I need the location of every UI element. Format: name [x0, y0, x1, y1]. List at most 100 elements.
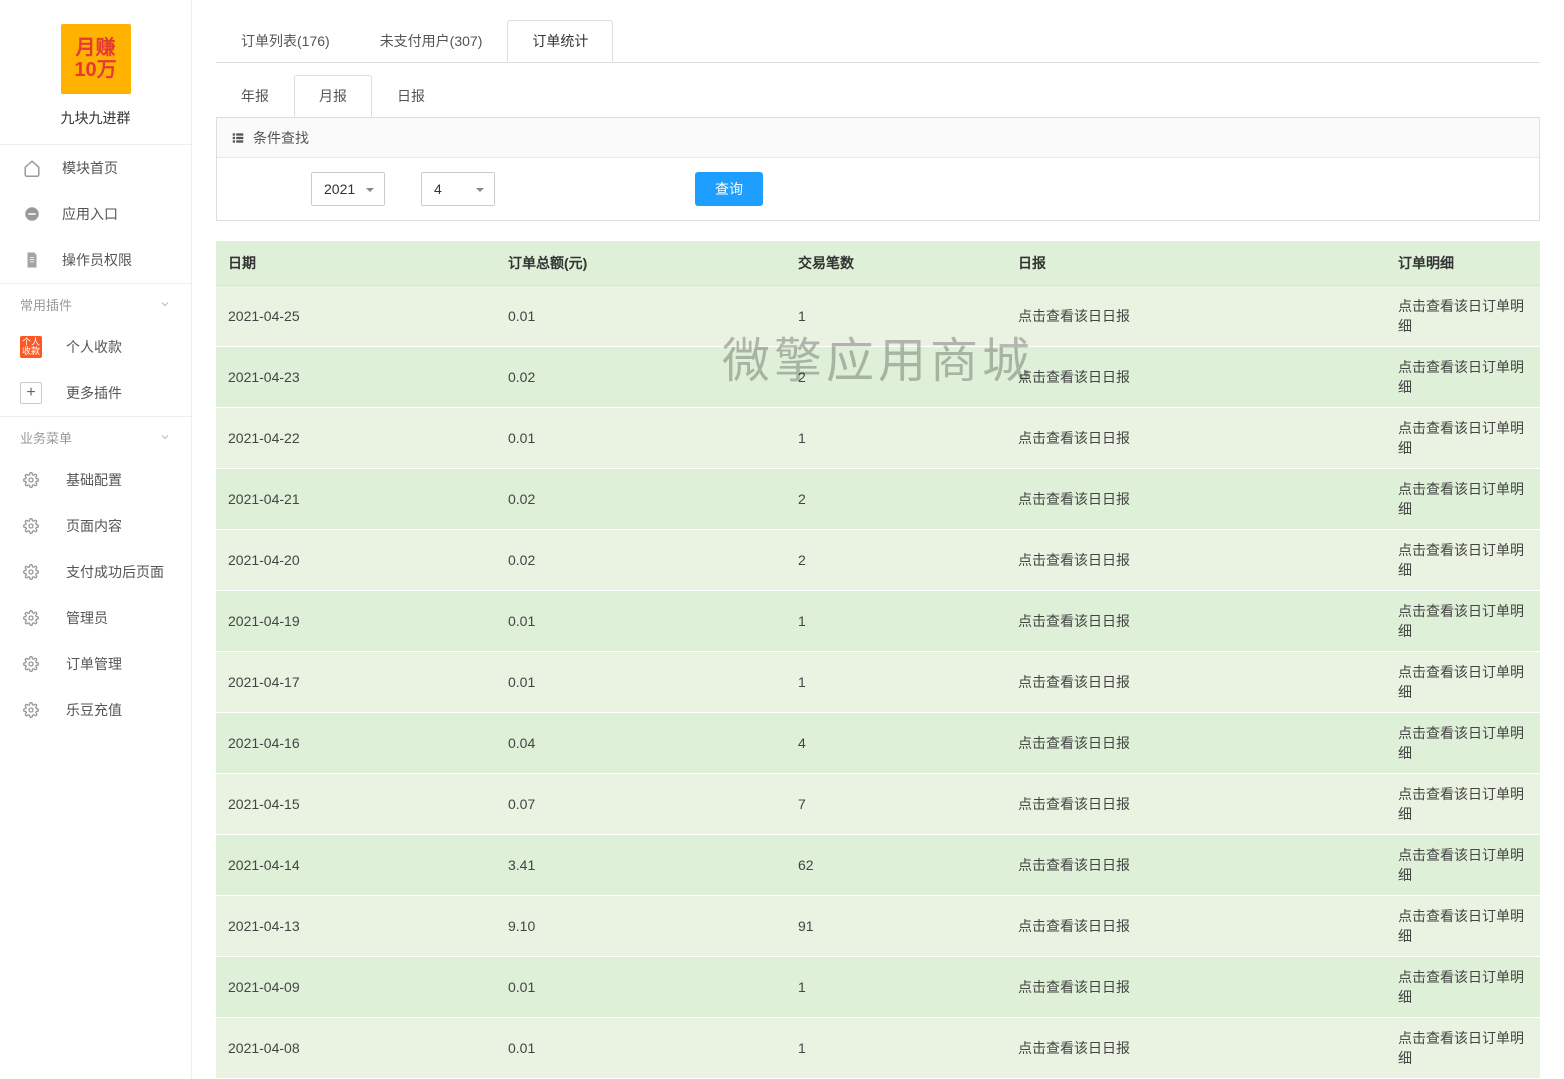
subtab-annual[interactable]: 年报 [216, 75, 294, 117]
top-tabs: 订单列表(176) 未支付用户(307) 订单统计 [192, 20, 1564, 62]
logo-line2: 10万 [74, 59, 116, 81]
cell-amount: 0.01 [496, 286, 786, 347]
nav-label: 个人收款 [66, 337, 122, 357]
biz-item[interactable]: 乐豆充值 [0, 687, 191, 733]
cell-detail-link[interactable]: 点击查看该日订单明细 [1386, 286, 1540, 347]
biz-item[interactable]: 页面内容 [0, 503, 191, 549]
tab-order-list[interactable]: 订单列表(176) [216, 20, 355, 62]
nav-label: 基础配置 [66, 470, 122, 490]
logo-block: 月赚 10万 九块九进群 [0, 0, 191, 145]
cell-amount: 9.10 [496, 896, 786, 957]
cell-date: 2021-04-19 [216, 591, 496, 652]
query-button[interactable]: 查询 [695, 172, 763, 206]
table-row: 2021-04-22 0.01 1 点击查看该日日报 点击查看该日订单明细 [216, 408, 1540, 469]
table-row: 2021-04-17 0.01 1 点击查看该日日报 点击查看该日订单明细 [216, 652, 1540, 713]
tab-unpaid-users[interactable]: 未支付用户(307) [355, 20, 508, 62]
cell-date: 2021-04-14 [216, 835, 496, 896]
cell-detail-link[interactable]: 点击查看该日订单明细 [1386, 896, 1540, 957]
cell-amount: 0.01 [496, 408, 786, 469]
biz-item[interactable]: 管理员 [0, 595, 191, 641]
year-select[interactable]: 2021 [311, 172, 385, 206]
gear-icon [20, 653, 42, 675]
nav-label: 模块首页 [62, 158, 118, 178]
th-detail: 订单明细 [1386, 241, 1540, 286]
nav-more-plugins[interactable]: + 更多插件 [0, 370, 191, 416]
nav-label: 支付成功后页面 [66, 562, 164, 582]
cell-detail-link[interactable]: 点击查看该日订单明细 [1386, 1018, 1540, 1079]
cell-detail-link[interactable]: 点击查看该日订单明细 [1386, 530, 1540, 591]
tab-label: 年报 [241, 88, 269, 104]
cell-report-link[interactable]: 点击查看该日日报 [1006, 774, 1386, 835]
gear-icon [20, 469, 42, 491]
gear-icon [20, 561, 42, 583]
cell-count: 1 [786, 408, 1006, 469]
nav-label: 管理员 [66, 608, 108, 628]
cell-detail-link[interactable]: 点击查看该日订单明细 [1386, 774, 1540, 835]
filter-title: 条件查找 [253, 128, 309, 148]
cell-date: 2021-04-15 [216, 774, 496, 835]
cell-amount: 0.01 [496, 1018, 786, 1079]
cell-report-link[interactable]: 点击查看该日日报 [1006, 530, 1386, 591]
chat-icon [20, 202, 44, 226]
chevron-down-icon [159, 431, 171, 443]
nav-app-entry[interactable]: 应用入口 [0, 191, 191, 237]
month-select[interactable]: 4 [421, 172, 495, 206]
cell-report-link[interactable]: 点击查看该日日报 [1006, 652, 1386, 713]
cell-count: 1 [786, 286, 1006, 347]
cell-detail-link[interactable]: 点击查看该日订单明细 [1386, 408, 1540, 469]
th-date: 日期 [216, 241, 496, 286]
biz-item[interactable]: 基础配置 [0, 457, 191, 503]
tab-label: 未支付用户(307) [380, 33, 483, 49]
cell-amount: 0.01 [496, 652, 786, 713]
cell-detail-link[interactable]: 点击查看该日订单明细 [1386, 347, 1540, 408]
cell-date: 2021-04-09 [216, 957, 496, 1018]
cell-report-link[interactable]: 点击查看该日日报 [1006, 347, 1386, 408]
cell-amount: 0.02 [496, 530, 786, 591]
plus-icon: + [20, 382, 42, 404]
tab-label: 日报 [397, 88, 425, 104]
cell-report-link[interactable]: 点击查看该日日报 [1006, 591, 1386, 652]
cell-detail-link[interactable]: 点击查看该日订单明细 [1386, 652, 1540, 713]
cell-report-link[interactable]: 点击查看该日日报 [1006, 957, 1386, 1018]
group-business[interactable]: 业务菜单 [0, 417, 191, 457]
nav-label: 订单管理 [66, 654, 122, 674]
nav-operator-perm[interactable]: 操作员权限 [0, 237, 191, 283]
cell-report-link[interactable]: 点击查看该日日报 [1006, 469, 1386, 530]
table-row: 2021-04-20 0.02 2 点击查看该日日报 点击查看该日订单明细 [216, 530, 1540, 591]
nav-label: 应用入口 [62, 204, 118, 224]
cell-count: 4 [786, 713, 1006, 774]
tab-label: 月报 [319, 88, 347, 104]
cell-amount: 0.01 [496, 957, 786, 1018]
tab-order-stats[interactable]: 订单统计 [507, 20, 613, 62]
cell-detail-link[interactable]: 点击查看该日订单明细 [1386, 957, 1540, 1018]
nav-personal-income[interactable]: 个人收款 个人收款 [0, 324, 191, 370]
subtab-monthly[interactable]: 月报 [294, 75, 372, 117]
nav-label: 更多插件 [66, 383, 122, 403]
sidebar: 月赚 10万 九块九进群 模块首页 应用入口 操作员权限 常用插件 [0, 0, 192, 1079]
gear-icon [20, 607, 42, 629]
biz-item[interactable]: 支付成功后页面 [0, 549, 191, 595]
cell-detail-link[interactable]: 点击查看该日订单明细 [1386, 591, 1540, 652]
biz-item[interactable]: 订单管理 [0, 641, 191, 687]
group-plugins[interactable]: 常用插件 [0, 284, 191, 324]
chevron-down-icon [159, 298, 171, 310]
cell-detail-link[interactable]: 点击查看该日订单明细 [1386, 835, 1540, 896]
cell-amount: 0.02 [496, 469, 786, 530]
nav-label: 乐豆充值 [66, 700, 122, 720]
cell-report-link[interactable]: 点击查看该日日报 [1006, 896, 1386, 957]
cell-detail-link[interactable]: 点击查看该日订单明细 [1386, 713, 1540, 774]
subtab-daily[interactable]: 日报 [372, 75, 450, 117]
month-value: 4 [434, 181, 442, 197]
cell-count: 1 [786, 1018, 1006, 1079]
cell-report-link[interactable]: 点击查看该日日报 [1006, 408, 1386, 469]
cell-report-link[interactable]: 点击查看该日日报 [1006, 835, 1386, 896]
table-row: 2021-04-16 0.04 4 点击查看该日日报 点击查看该日订单明细 [216, 713, 1540, 774]
nav-module-home[interactable]: 模块首页 [0, 145, 191, 191]
cell-report-link[interactable]: 点击查看该日日报 [1006, 713, 1386, 774]
cell-count: 2 [786, 469, 1006, 530]
cell-report-link[interactable]: 点击查看该日日报 [1006, 1018, 1386, 1079]
cell-report-link[interactable]: 点击查看该日日报 [1006, 286, 1386, 347]
cell-detail-link[interactable]: 点击查看该日订单明细 [1386, 469, 1540, 530]
tab-label: 订单列表(176) [241, 33, 330, 49]
table-row: 2021-04-13 9.10 91 点击查看该日日报 点击查看该日订单明细 [216, 896, 1540, 957]
